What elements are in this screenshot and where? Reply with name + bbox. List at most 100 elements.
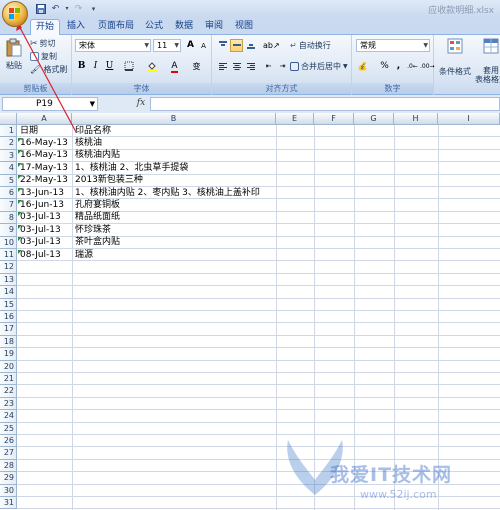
orientation-button[interactable]: ab↗: [262, 39, 280, 52]
cell-a[interactable]: 03-Jul-13: [20, 236, 61, 248]
tab-home[interactable]: 开始: [30, 19, 60, 35]
italic-button[interactable]: I: [89, 60, 102, 73]
grow-font-button[interactable]: A: [184, 39, 197, 52]
column-header-f[interactable]: F: [314, 113, 354, 125]
border-button[interactable]: [122, 60, 135, 73]
align-bottom-button[interactable]: [244, 39, 257, 52]
column-header-e[interactable]: E: [276, 113, 314, 125]
row-header[interactable]: 9: [0, 224, 17, 237]
copy-button[interactable]: 复制: [30, 51, 57, 62]
paste-button[interactable]: 粘贴: [3, 38, 25, 71]
row-header[interactable]: 10: [0, 236, 17, 249]
cell-b[interactable]: 精品纸面纸: [75, 211, 120, 223]
comma-button[interactable]: ,: [392, 60, 405, 73]
tab-review[interactable]: 审阅: [200, 19, 228, 35]
conditional-format-button[interactable]: 条件格式: [438, 38, 472, 77]
cell-a[interactable]: 17-May-13: [20, 162, 68, 174]
align-top-button[interactable]: [216, 39, 229, 52]
row-header[interactable]: 2: [0, 137, 17, 150]
row-header[interactable]: 6: [0, 187, 17, 200]
select-all-corner[interactable]: [0, 113, 17, 125]
cut-button[interactable]: ✂ 剪切: [30, 38, 56, 49]
align-left-button[interactable]: [216, 60, 229, 73]
column-header-a[interactable]: A: [17, 113, 72, 125]
cell-b[interactable]: 茶叶盒内贴: [75, 236, 120, 248]
cell-a[interactable]: 16-Jun-13: [20, 199, 64, 211]
row-header[interactable]: 31: [0, 497, 17, 510]
row-header[interactable]: 17: [0, 323, 17, 336]
cell-a[interactable]: 日期: [20, 125, 38, 137]
row-header[interactable]: 30: [0, 484, 17, 497]
merge-center-button[interactable]: 合并后居中 ▼: [290, 61, 348, 72]
tab-formulas[interactable]: 公式: [140, 19, 168, 35]
row-header[interactable]: 28: [0, 459, 17, 473]
cell-b[interactable]: 核桃油内贴: [75, 149, 120, 161]
row-header[interactable]: 24: [0, 410, 17, 423]
office-button[interactable]: [2, 1, 28, 27]
customize-qat-icon[interactable]: ▾: [87, 2, 100, 15]
insert-function-icon[interactable]: fx: [133, 97, 149, 111]
cell-a[interactable]: 16-May-13: [20, 137, 68, 149]
tab-data[interactable]: 数据: [170, 19, 198, 35]
row-header[interactable]: 21: [0, 373, 17, 386]
row-header[interactable]: 29: [0, 472, 17, 485]
phonetic-button[interactable]: 变: [190, 60, 203, 73]
underline-button[interactable]: U: [103, 60, 116, 73]
row-header[interactable]: 8: [0, 211, 17, 225]
cell-a[interactable]: 16-May-13: [20, 149, 68, 161]
save-icon[interactable]: [34, 2, 47, 15]
column-header-g[interactable]: G: [354, 113, 394, 125]
formula-input[interactable]: [150, 97, 500, 111]
cell-b[interactable]: 孔府宴铜板: [75, 199, 120, 211]
cell-b[interactable]: 印品名称: [75, 125, 111, 137]
tab-insert[interactable]: 插入: [62, 19, 90, 35]
row-header[interactable]: 5: [0, 174, 17, 187]
bold-button[interactable]: B: [75, 60, 88, 73]
tab-view[interactable]: 视图: [230, 19, 258, 35]
row-header[interactable]: 20: [0, 360, 17, 373]
row-header[interactable]: 14: [0, 286, 17, 299]
name-box[interactable]: P19 ▼: [2, 97, 98, 111]
column-header-b[interactable]: B: [72, 113, 276, 125]
tab-page-layout[interactable]: 页面布局: [92, 19, 140, 35]
decrease-indent-button[interactable]: ⇤: [262, 60, 275, 73]
row-header[interactable]: 25: [0, 422, 17, 435]
row-header[interactable]: 18: [0, 335, 17, 349]
cell-b[interactable]: 1、核桃油内贴 2、枣内贴 3、核桃油上盖补印: [75, 187, 260, 199]
font-color-button[interactable]: A: [168, 60, 181, 73]
number-format-select[interactable]: 常规 ▼: [356, 39, 430, 52]
row-header[interactable]: 13: [0, 273, 17, 287]
cell-a[interactable]: 08-Jul-13: [20, 249, 61, 261]
cell-b[interactable]: 1、核桃油 2、北虫草手提袋: [75, 162, 188, 174]
row-header[interactable]: 16: [0, 311, 17, 324]
column-header-h[interactable]: H: [394, 113, 438, 125]
percent-button[interactable]: %: [378, 60, 391, 73]
wrap-text-button[interactable]: ↵ 自动换行: [290, 40, 331, 51]
row-header[interactable]: 26: [0, 435, 17, 448]
column-header-i[interactable]: I: [438, 113, 500, 125]
row-header[interactable]: 27: [0, 447, 17, 460]
row-header[interactable]: 3: [0, 149, 17, 163]
row-header[interactable]: 1: [0, 125, 17, 138]
row-header[interactable]: 22: [0, 385, 17, 398]
row-header[interactable]: 23: [0, 397, 17, 411]
align-center-button[interactable]: [230, 60, 243, 73]
row-header[interactable]: 11: [0, 249, 17, 262]
decrease-decimal-button[interactable]: .00→: [419, 60, 435, 73]
cell-a[interactable]: 22-May-13: [20, 174, 68, 186]
align-right-button[interactable]: [244, 60, 257, 73]
cell-b[interactable]: 2013新包装三种: [75, 174, 143, 186]
cell-a[interactable]: 03-Jul-13: [20, 224, 61, 236]
fill-color-button[interactable]: [146, 60, 159, 73]
row-header[interactable]: 7: [0, 199, 17, 212]
cell-b[interactable]: 怀珍珠茶: [75, 224, 111, 236]
shrink-font-button[interactable]: A: [197, 40, 210, 53]
format-painter-button[interactable]: 🖌 格式刷: [30, 64, 67, 75]
row-header[interactable]: 12: [0, 261, 17, 274]
row-header[interactable]: 19: [0, 348, 17, 361]
redo-icon[interactable]: ↷: [72, 2, 85, 15]
font-name-select[interactable]: 宋体 ▼: [75, 39, 151, 52]
format-as-table-button[interactable]: 套用 表格格式: [475, 38, 500, 84]
increase-indent-button[interactable]: ⇥: [276, 60, 289, 73]
row-header[interactable]: 4: [0, 162, 17, 175]
